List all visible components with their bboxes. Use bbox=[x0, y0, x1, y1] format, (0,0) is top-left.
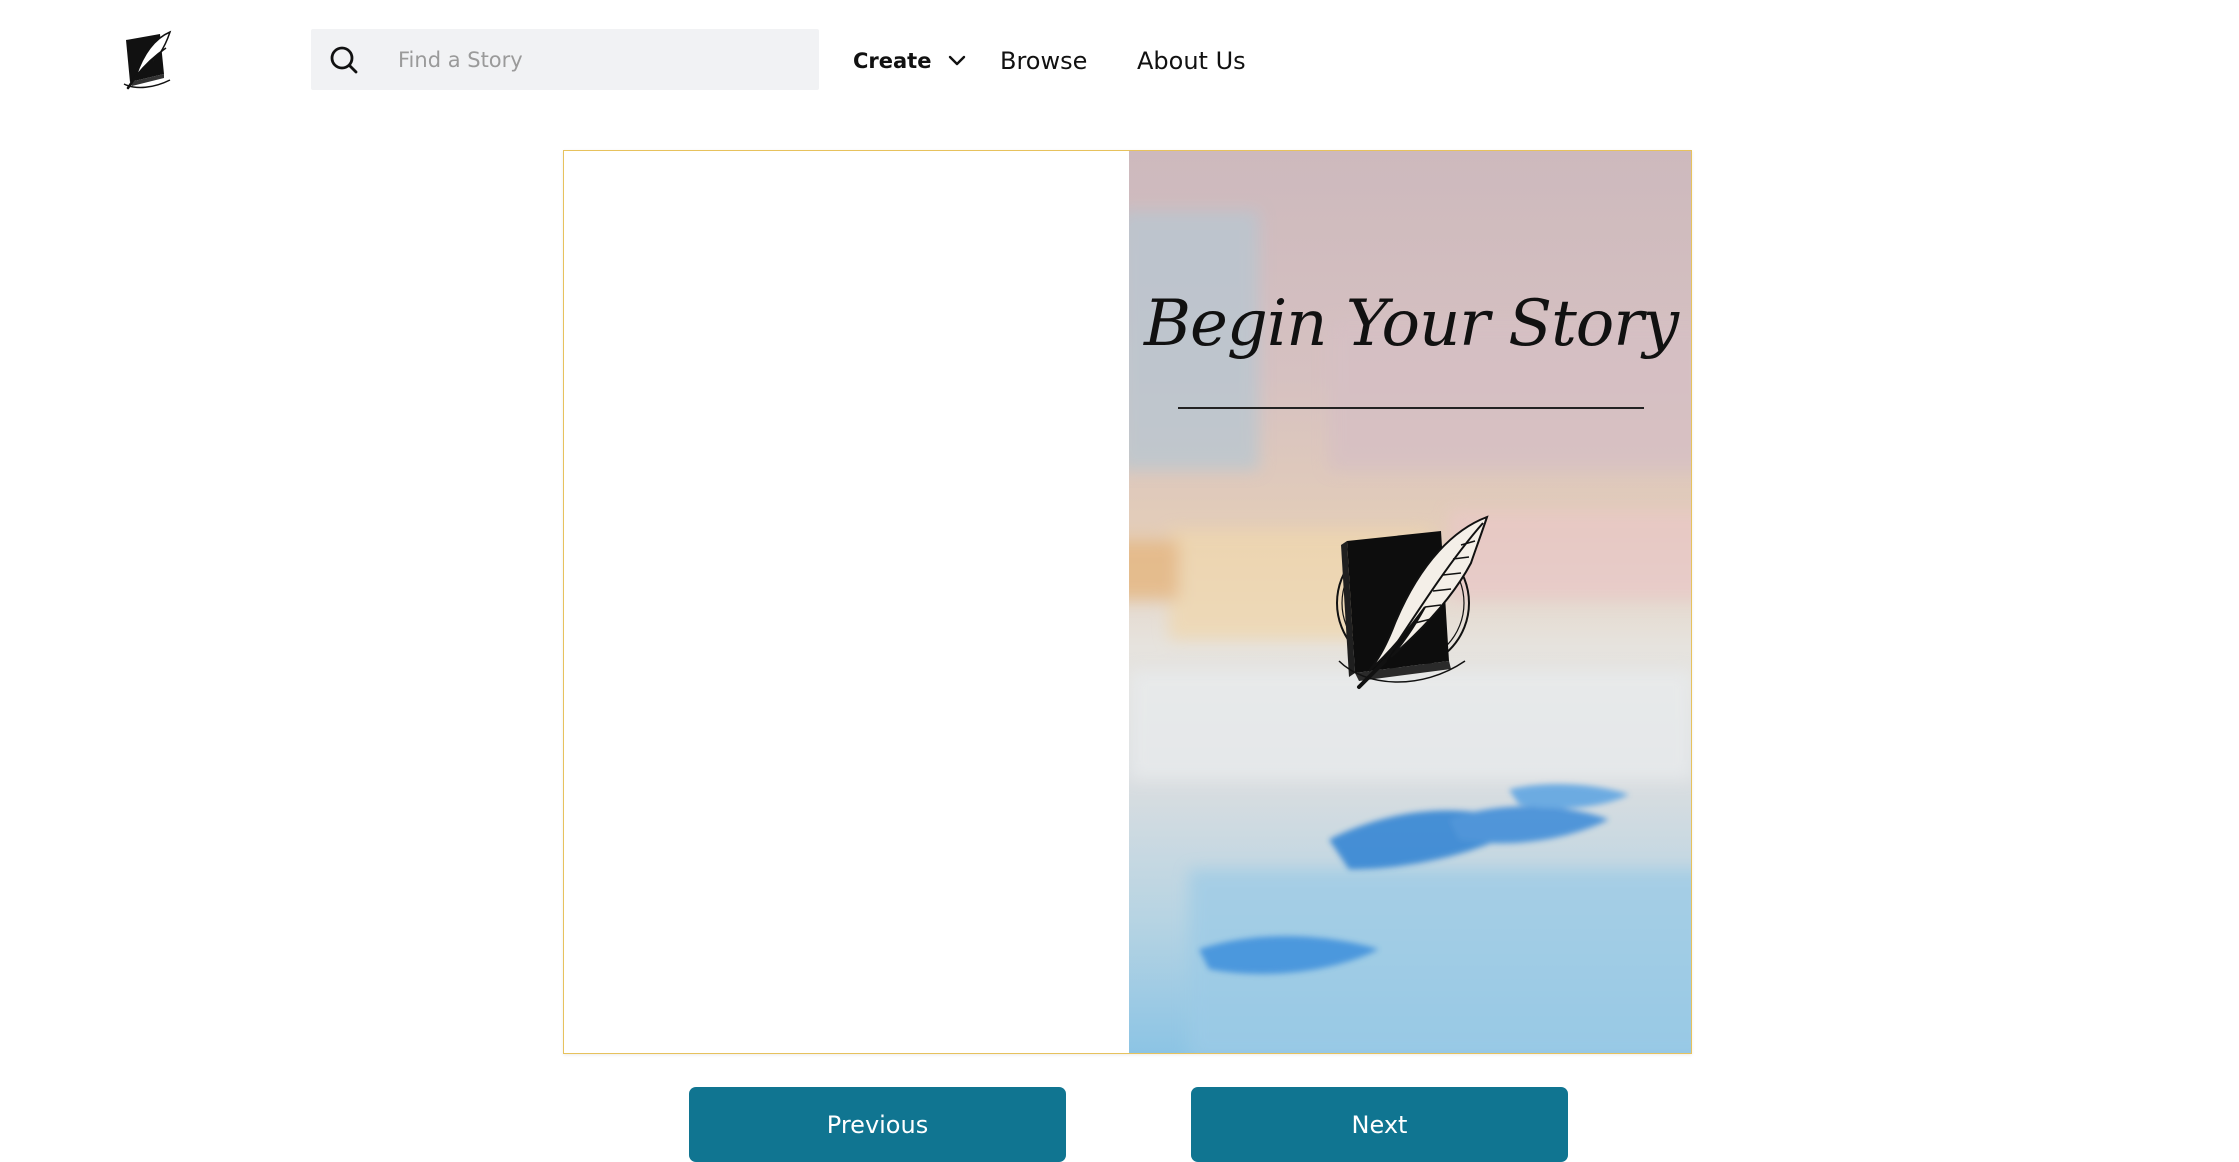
quill-book-icon bbox=[123, 30, 172, 90]
quill-book-icon bbox=[1336, 515, 1489, 689]
search-icon[interactable] bbox=[328, 44, 360, 76]
nav-browse-link[interactable]: Browse bbox=[1000, 44, 1087, 78]
cover-title: Begin Your Story bbox=[1143, 287, 1679, 361]
previous-button[interactable]: Previous bbox=[689, 1087, 1066, 1162]
nav-create-label: Create bbox=[853, 49, 932, 73]
next-button[interactable]: Next bbox=[1191, 1087, 1568, 1162]
nav-about-link[interactable]: About Us bbox=[1137, 44, 1246, 78]
book-cover: Begin Your Story bbox=[1129, 151, 1691, 1053]
chevron-down-icon bbox=[948, 55, 966, 67]
left-page[interactable] bbox=[564, 151, 1129, 1053]
top-navigation: Create Browse About Us bbox=[0, 0, 2239, 120]
site-logo[interactable] bbox=[120, 30, 176, 90]
story-book: Begin Your Story bbox=[563, 150, 1692, 1054]
nav-create-dropdown[interactable]: Create bbox=[853, 44, 966, 78]
cover-divider bbox=[1178, 407, 1644, 409]
search-input[interactable] bbox=[396, 46, 776, 73]
search-bar bbox=[311, 29, 819, 90]
